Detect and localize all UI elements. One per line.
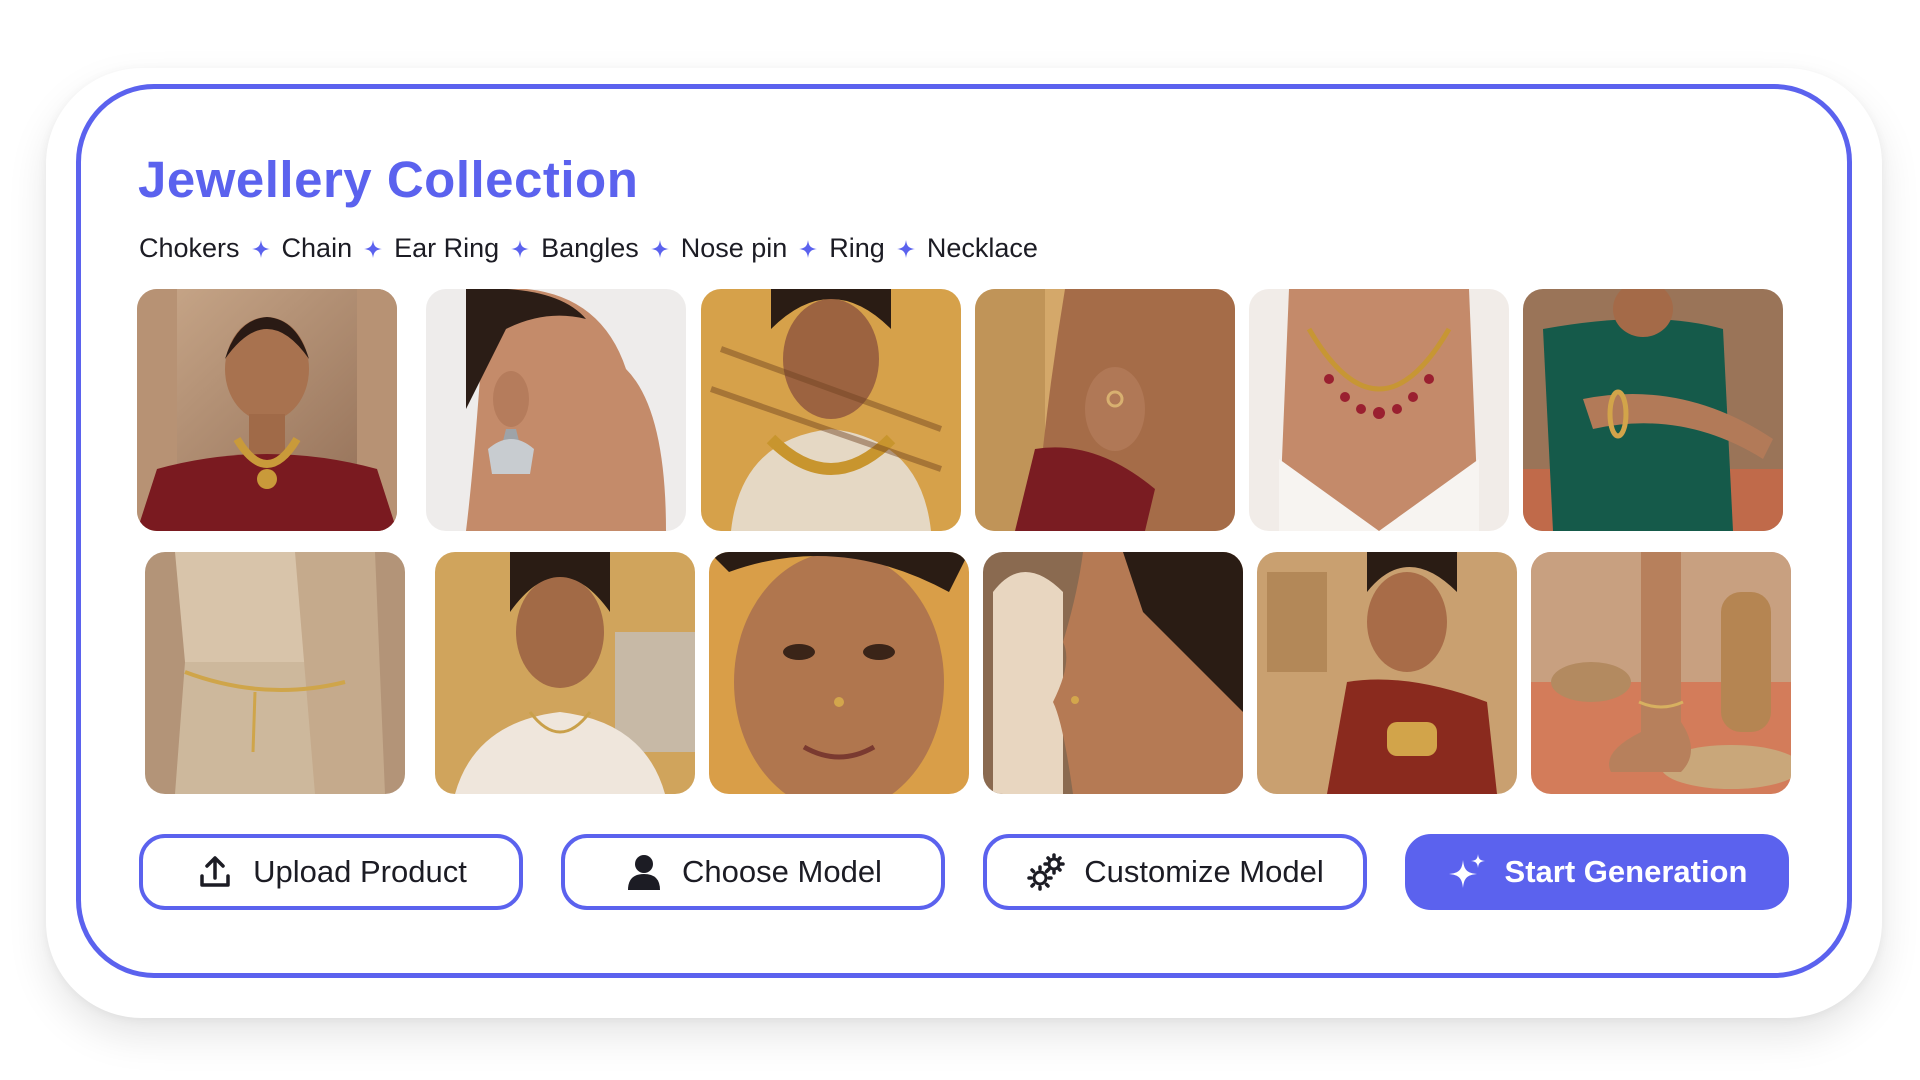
sparkle-icon <box>650 239 669 258</box>
photo-model-ruby-necklace[interactable] <box>1249 289 1509 531</box>
upload-product-label: Upload Product <box>253 854 467 889</box>
choose-model-button[interactable]: Choose Model <box>561 834 945 910</box>
category-bangles: Bangles <box>541 233 639 263</box>
gears-icon <box>1026 852 1066 892</box>
choose-model-label: Choose Model <box>682 854 882 889</box>
photo-model-choker-red-saree[interactable] <box>137 289 397 531</box>
category-chain: Chain <box>281 233 353 263</box>
photo-model-gold-chain[interactable] <box>435 552 695 794</box>
sparkle-icon <box>364 239 383 258</box>
photo-model-waist-chain[interactable] <box>145 552 405 794</box>
sparkle-icon <box>896 239 915 258</box>
photo-model-gold-choker-shadows[interactable] <box>701 289 961 531</box>
sparkle-icon <box>251 239 270 258</box>
category-necklace: Necklace <box>926 233 1038 263</box>
customize-model-button[interactable]: Customize Model <box>983 834 1367 910</box>
category-ring: Ring <box>829 233 885 263</box>
person-icon <box>624 852 664 892</box>
photo-model-nose-pin-profile[interactable] <box>983 552 1243 794</box>
start-generation-label: Start Generation <box>1504 854 1748 889</box>
category-chokers: Chokers <box>139 233 240 263</box>
sparkle-icon <box>799 239 818 258</box>
photo-model-bangles-saree[interactable] <box>1257 552 1517 794</box>
page-title: Jewellery Collection <box>138 151 639 208</box>
customize-model-label: Customize Model <box>1084 854 1324 889</box>
photo-model-anklet[interactable] <box>1531 552 1791 794</box>
photo-model-silver-jhumka-earring[interactable] <box>426 289 686 531</box>
photo-model-bangle-green-dress[interactable] <box>1523 289 1783 531</box>
category-list: Chokers Chain Ear Ring Bangles Nose pin … <box>139 233 1038 264</box>
start-generation-button[interactable]: Start Generation <box>1405 834 1789 910</box>
upload-product-button[interactable]: Upload Product <box>139 834 523 910</box>
photo-model-nose-pin-smile[interactable] <box>709 552 969 794</box>
sparkle-icon <box>511 239 530 258</box>
upload-icon <box>195 852 235 892</box>
photo-model-ring-hand[interactable] <box>975 289 1235 531</box>
sparkles-icon <box>1447 852 1487 892</box>
category-ear-ring: Ear Ring <box>394 233 500 263</box>
category-nose-pin: Nose pin <box>680 233 788 263</box>
